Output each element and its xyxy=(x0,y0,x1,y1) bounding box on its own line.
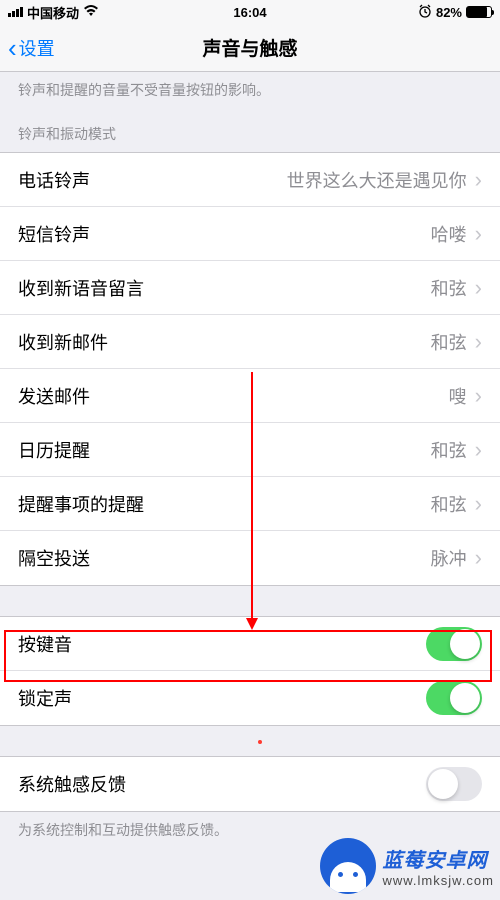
row-label: 提醒事项的提醒 xyxy=(18,491,144,517)
keyboard-toggle[interactable] xyxy=(426,627,482,661)
watermark-logo-icon xyxy=(320,838,376,894)
content-scroll[interactable]: 铃声和提醒的音量不受音量按钮的影响。 铃声和振动模式 电话铃声 世界这么大还是遇… xyxy=(0,72,500,900)
row-label: 系统触感反馈 xyxy=(18,771,126,797)
ringtone-row[interactable]: 日历提醒 和弦 › xyxy=(0,423,500,477)
chevron-right-icon: › xyxy=(475,545,482,571)
ringtone-row[interactable]: 收到新语音留言 和弦 › xyxy=(0,261,500,315)
row-label: 电话铃声 xyxy=(18,167,90,193)
annotation-dot xyxy=(258,740,262,744)
row-value: 和弦 xyxy=(431,275,467,301)
back-button[interactable]: ‹ 设置 xyxy=(8,35,55,61)
watermark-url: www.lmksjw.com xyxy=(382,873,494,888)
ringtone-row[interactable]: 发送邮件 嗖 › xyxy=(0,369,500,423)
ringtone-row[interactable]: 电话铃声 世界这么大还是遇见你 › xyxy=(0,153,500,207)
ringtone-row[interactable]: 隔空投送 脉冲 › xyxy=(0,531,500,585)
row-value: 和弦 xyxy=(431,329,467,355)
status-left: 中国移动 xyxy=(8,3,99,22)
chevron-right-icon: › xyxy=(475,275,482,301)
back-label: 设置 xyxy=(19,35,55,61)
status-bar: 中国移动 16:04 82% xyxy=(0,0,500,24)
volume-footer: 铃声和提醒的音量不受音量按钮的影响。 xyxy=(0,72,500,110)
haptics-list: 系统触感反馈 xyxy=(0,756,500,812)
row-label: 日历提醒 xyxy=(18,437,90,463)
row-value: 脉冲 xyxy=(431,545,467,571)
row-value: 哈喽 xyxy=(431,221,467,247)
keyboard-list: 按键音 锁定声 xyxy=(0,616,500,726)
chevron-right-icon: › xyxy=(475,437,482,463)
battery-icon xyxy=(466,6,492,18)
haptics-row: 系统触感反馈 xyxy=(0,757,500,811)
keyboard-toggle[interactable] xyxy=(426,681,482,715)
ringtone-row[interactable]: 短信铃声 哈喽 › xyxy=(0,207,500,261)
chevron-right-icon: › xyxy=(475,221,482,247)
row-value: 世界这么大还是遇见你 xyxy=(287,167,467,193)
page-title: 声音与触感 xyxy=(202,34,297,61)
row-value: 和弦 xyxy=(431,437,467,463)
ringtone-section-header: 铃声和振动模式 xyxy=(0,110,500,152)
row-label: 短信铃声 xyxy=(18,221,90,247)
chevron-left-icon: ‹ xyxy=(8,35,17,61)
chevron-right-icon: › xyxy=(475,167,482,193)
ringtone-list: 电话铃声 世界这么大还是遇见你 › 短信铃声 哈喽 › 收到新语音留言 和弦 ›… xyxy=(0,152,500,586)
row-label: 锁定声 xyxy=(18,685,72,711)
row-value: 嗖 xyxy=(449,383,467,409)
chevron-right-icon: › xyxy=(475,383,482,409)
chevron-right-icon: › xyxy=(475,491,482,517)
keyboard-row: 锁定声 xyxy=(0,671,500,725)
keyboard-row: 按键音 xyxy=(0,617,500,671)
battery-pct: 82% xyxy=(436,5,462,20)
status-time: 16:04 xyxy=(233,5,266,20)
watermark-title: 蓝莓安卓网 xyxy=(382,844,487,873)
haptics-toggle[interactable] xyxy=(426,767,482,801)
ringtone-row[interactable]: 提醒事项的提醒 和弦 › xyxy=(0,477,500,531)
status-right: 82% xyxy=(418,4,492,21)
row-label: 按键音 xyxy=(18,631,72,657)
chevron-right-icon: › xyxy=(475,329,482,355)
signal-icon xyxy=(8,7,23,17)
watermark: 蓝莓安卓网 www.lmksjw.com xyxy=(320,838,494,894)
row-label: 发送邮件 xyxy=(18,383,90,409)
alarm-icon xyxy=(418,4,432,21)
row-value: 和弦 xyxy=(431,491,467,517)
row-label: 收到新语音留言 xyxy=(18,275,144,301)
row-label: 隔空投送 xyxy=(18,545,90,571)
carrier-label: 中国移动 xyxy=(27,3,79,22)
row-label: 收到新邮件 xyxy=(18,329,108,355)
ringtone-row[interactable]: 收到新邮件 和弦 › xyxy=(0,315,500,369)
nav-bar: ‹ 设置 声音与触感 xyxy=(0,24,500,72)
wifi-icon xyxy=(83,4,99,20)
